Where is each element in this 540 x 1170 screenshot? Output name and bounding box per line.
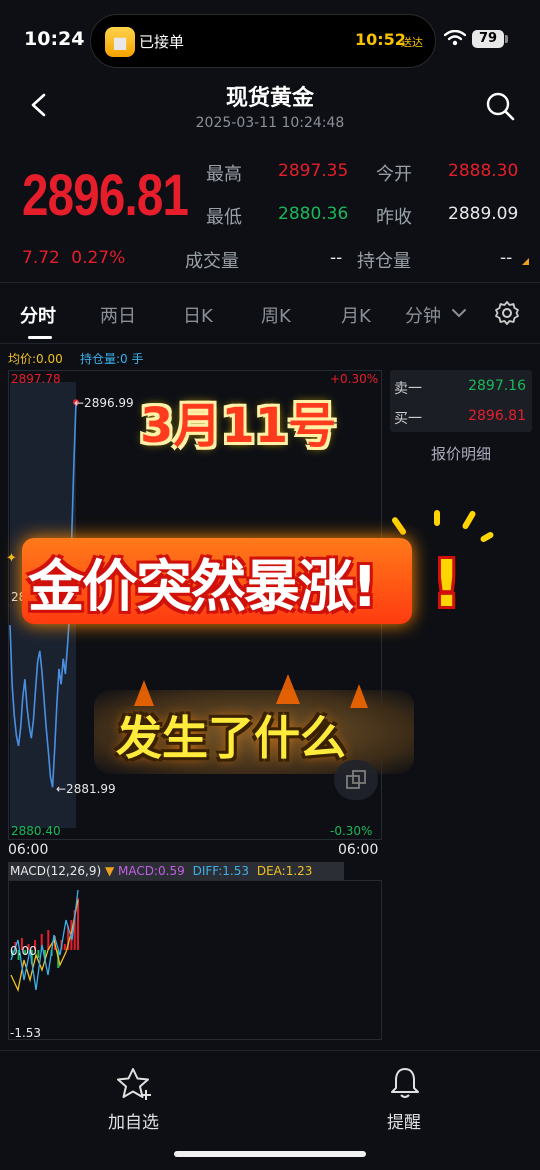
add-watchlist-button[interactable]: 加自选 (108, 1108, 159, 1133)
y-axis-top-label: 2897.78 (11, 372, 61, 386)
open-interest-value: -- (500, 248, 513, 268)
island-status-text: 已接单 (139, 33, 185, 51)
island-eta: 10:52 (355, 30, 406, 49)
macd-chart (10, 889, 79, 993)
wifi-icon (444, 30, 466, 46)
tab-weekly-k[interactable]: 周K (261, 302, 291, 328)
tab-intraday[interactable]: 分时 (20, 302, 56, 328)
x-axis-left-label: 06:00 (8, 842, 49, 858)
tab-minute[interactable]: 分钟 (405, 302, 441, 328)
status-time: 10:24 (24, 28, 85, 50)
triangle-down-icon[interactable]: ▼ (105, 864, 118, 878)
macd-value: MACD:0.59 (118, 864, 185, 878)
average-price-indicator: 均价:0.00 (8, 352, 63, 366)
high-value: 2897.35 (278, 161, 349, 181)
prev-close-value: 2889.09 (448, 204, 519, 224)
bid-price: 2896.81 (468, 408, 526, 424)
macd-low-label: -1.53 (10, 1026, 42, 1040)
open-value: 2888.30 (448, 161, 519, 181)
bell-icon[interactable] (389, 1066, 421, 1100)
chevron-down-icon[interactable] (451, 306, 467, 320)
alert-button[interactable]: 提醒 (387, 1108, 421, 1133)
change-percent: 0.27% (71, 248, 126, 268)
spark-decoration (479, 530, 495, 544)
tab-monthly-k[interactable]: 月K (341, 302, 371, 328)
active-tab-indicator (28, 336, 52, 339)
battery-indicator: 79 (472, 30, 504, 48)
spark-decoration (390, 516, 408, 536)
change-amount: 7.72 (22, 248, 60, 268)
pct-axis-bottom-label: -0.30% (330, 824, 373, 838)
pct-axis-top-label: +0.30% (330, 372, 379, 386)
bid-label: 买一 (394, 411, 422, 427)
spark-decoration (434, 510, 440, 526)
flame-decoration (350, 684, 368, 708)
flame-decoration (276, 674, 300, 704)
divider (0, 282, 540, 283)
price-change: 7.72 0.27% (22, 248, 125, 268)
floating-copy-button[interactable] (334, 760, 378, 800)
overlay-headline: 金价突然暴涨! (28, 555, 378, 620)
high-label: 最高 (206, 164, 242, 185)
last-price: 2896.81 (22, 163, 189, 228)
page-title: 现货黄金 (225, 86, 314, 111)
macd-zero-label: 0.00 (10, 944, 37, 958)
high-marker-label: ←2896.99 (74, 396, 134, 410)
star-add-icon[interactable] (116, 1066, 154, 1102)
open-label: 今开 (376, 164, 412, 185)
ask-label: 卖一 (394, 381, 422, 397)
live-activity-island[interactable]: ■ 已接单 10:52 送达 (90, 14, 436, 68)
battery-tip (505, 35, 508, 43)
volume-value: -- (330, 248, 343, 268)
open-interest-label: 持仓量 (357, 251, 411, 272)
macd-name: MACD(12,26,9) (10, 864, 102, 878)
macd-histogram-bar (47, 930, 50, 950)
ask-price: 2897.16 (468, 378, 526, 394)
tab-daily-k[interactable]: 日K (183, 302, 213, 328)
y-axis-bottom-label: 2880.40 (11, 824, 61, 838)
prev-close-label: 昨收 (376, 207, 412, 228)
x-axis-right-label: 06:00 (338, 842, 379, 858)
quote-detail-link[interactable]: 报价明细 (390, 443, 532, 464)
corner-marker (522, 258, 529, 265)
macd-header: MACD(12,26,9) ▼ MACD:0.59 DIFF:1.53 DEA:… (8, 862, 344, 880)
home-indicator (174, 1151, 366, 1157)
gear-icon[interactable] (494, 300, 520, 326)
delivery-app-icon: ■ (105, 27, 135, 57)
sparkle-icon: ✦ (6, 551, 17, 566)
divider (0, 343, 540, 344)
overlay-date-caption: 3月11号 (140, 398, 337, 454)
macd-histogram-bar (63, 944, 66, 950)
island-eta-label: 送达 (401, 36, 423, 49)
search-icon[interactable] (484, 90, 516, 122)
low-value: 2880.36 (278, 204, 349, 224)
dea-value: DEA:1.23 (256, 864, 313, 878)
low-marker-label: ←2881.99 (56, 782, 116, 796)
diff-value: DIFF:1.53 (192, 864, 249, 878)
position-indicator: 持仓量:0 手 (80, 352, 144, 366)
low-label: 最低 (206, 207, 242, 228)
spark-decoration (461, 509, 477, 531)
quote-datetime: 2025-03-11 10:24:48 (195, 115, 345, 131)
tab-two-day[interactable]: 两日 (100, 302, 136, 328)
volume-label: 成交量 (185, 251, 239, 272)
overlay-exclamation: ! (432, 548, 462, 622)
macd-histogram-bar (37, 950, 40, 958)
copy-icon (346, 770, 366, 789)
order-book-panel: 卖一 2897.16 买一 2896.81 (390, 370, 532, 432)
overlay-question: 发生了什么 (116, 711, 346, 765)
